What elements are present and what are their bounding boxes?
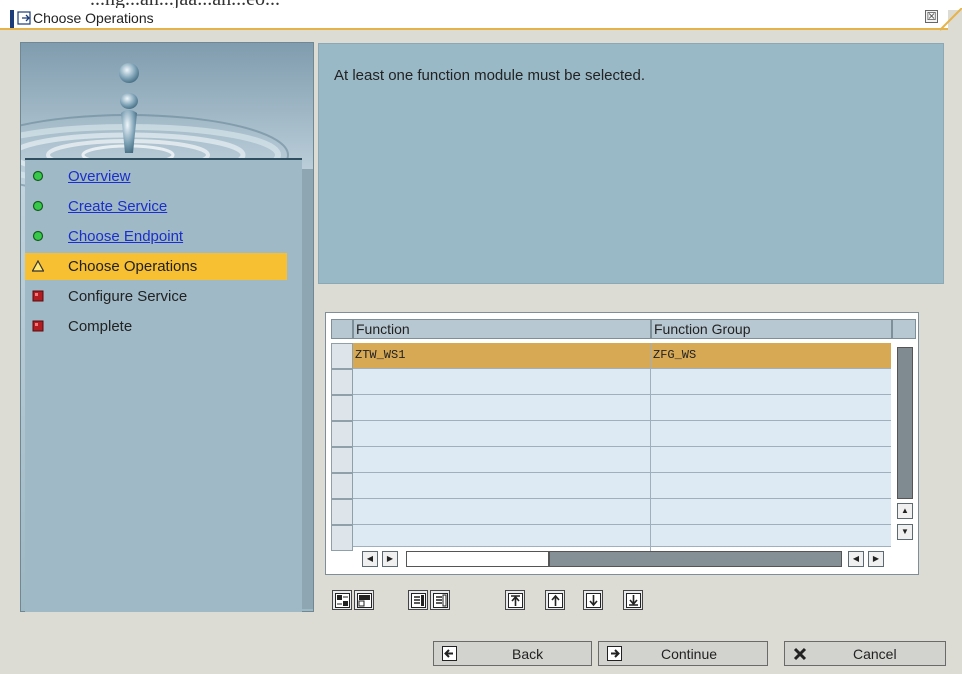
nav-step-label[interactable]: Create Service [68, 198, 167, 215]
back-button[interactable]: Back [433, 641, 592, 666]
row-selector[interactable] [331, 525, 353, 551]
column-divider [650, 395, 651, 421]
deselect-block-icon [433, 593, 448, 608]
title-accent-bar [10, 10, 14, 28]
cancel-button-label: Cancel [853, 646, 897, 662]
vertical-scrollbar[interactable]: ▲ ▼ [896, 345, 914, 549]
wizard-step-nav: Overview Create Service Choose Endpoint … [25, 158, 302, 612]
message-text: At least one function module must be sel… [334, 67, 646, 84]
nav-step-label[interactable]: Choose Endpoint [68, 228, 183, 245]
cancel-icon [793, 647, 807, 661]
column-divider [650, 499, 651, 525]
select-all-button[interactable] [332, 590, 352, 610]
message-panel: At least one function module must be sel… [318, 43, 944, 284]
green-dot-icon [32, 230, 44, 242]
table-row[interactable] [353, 473, 891, 499]
move-down-icon [586, 593, 601, 608]
column-divider [650, 473, 651, 499]
select-all-icon [335, 593, 350, 608]
nav-step-label: Choose Operations [68, 258, 198, 275]
column-header-function-group[interactable]: Function Group [651, 319, 892, 339]
green-dot-icon [32, 200, 44, 212]
continue-button[interactable]: Continue [598, 641, 768, 666]
nav-step-label[interactable]: Overview [68, 168, 131, 185]
move-down-button[interactable] [583, 590, 603, 610]
scroll-left-button[interactable]: ◀ [362, 551, 378, 567]
scroll-right-button[interactable]: ▶ [868, 551, 884, 567]
horizontal-scroll-thumb[interactable] [406, 551, 549, 567]
select-block-button[interactable] [408, 590, 428, 610]
scroll-left-button[interactable]: ◀ [848, 551, 864, 567]
deselect-all-button[interactable] [354, 590, 374, 610]
scroll-down-button[interactable]: ▼ [897, 524, 913, 540]
move-up-button[interactable] [545, 590, 565, 610]
row-selector[interactable] [331, 395, 353, 421]
nav-step-choose-operations[interactable]: Choose Operations [25, 253, 287, 280]
red-square-icon [32, 320, 44, 332]
select-all-column-header[interactable] [331, 319, 353, 339]
row-selector[interactable] [331, 421, 353, 447]
function-table: Function Function Group ZTW_WS1 ZFG_WS ▲… [325, 312, 919, 575]
move-top-icon [508, 593, 523, 608]
back-button-label: Back [512, 646, 544, 662]
move-bottom-icon [626, 593, 641, 608]
nav-step-choose-endpoint[interactable]: Choose Endpoint [25, 223, 287, 250]
dialog-title: Choose Operations [33, 10, 154, 26]
row-selector[interactable] [331, 447, 353, 473]
back-icon [442, 646, 457, 661]
green-dot-icon [32, 170, 44, 182]
table-row[interactable] [353, 421, 891, 447]
cell-function: ZTW_WS1 [355, 348, 406, 362]
table-row[interactable] [353, 369, 891, 395]
horizontal-scrollbar[interactable]: ◀ ▶ ◀ ▶ [362, 551, 892, 567]
cell-function-group: ZFG_WS [653, 348, 697, 362]
deselect-all-icon [357, 593, 372, 608]
column-header-function[interactable]: Function [353, 319, 651, 339]
vertical-scroll-thumb[interactable] [897, 347, 913, 499]
continue-button-label: Continue [661, 646, 718, 662]
table-row[interactable] [353, 525, 891, 551]
nav-step-label: Configure Service [68, 288, 188, 305]
dialog-title-bar: Choose Operations ☒ [0, 8, 948, 30]
column-divider [650, 447, 651, 473]
row-selector[interactable] [331, 473, 353, 499]
dialog-icon [17, 11, 31, 25]
row-selector[interactable] [331, 499, 353, 525]
move-top-button[interactable] [505, 590, 525, 610]
nav-step-overview[interactable]: Overview [25, 163, 287, 190]
table-row[interactable]: ZTW_WS1 ZFG_WS [353, 343, 891, 369]
column-divider [650, 369, 651, 395]
deselect-block-button[interactable] [430, 590, 450, 610]
nav-step-create-service[interactable]: Create Service [25, 193, 287, 220]
row-selector[interactable] [331, 343, 353, 369]
table-row[interactable] [353, 499, 891, 525]
red-square-icon [32, 290, 44, 302]
close-button[interactable]: ☒ [925, 10, 938, 23]
warning-triangle-icon [32, 260, 44, 272]
move-bottom-button[interactable] [623, 590, 643, 610]
table-row[interactable] [353, 447, 891, 473]
column-divider [650, 525, 651, 551]
move-up-icon [548, 593, 563, 608]
cancel-button[interactable]: Cancel [784, 641, 946, 666]
column-divider [650, 421, 651, 447]
title-corner-decoration [940, 8, 962, 31]
nav-step-complete[interactable]: Complete [25, 313, 287, 340]
scroll-up-button[interactable]: ▲ [897, 503, 913, 519]
nav-step-configure-service[interactable]: Configure Service [25, 283, 287, 310]
table-row[interactable] [353, 395, 891, 421]
select-block-icon [411, 593, 426, 608]
scroll-right-button[interactable]: ▶ [382, 551, 398, 567]
horizontal-scroll-track[interactable] [549, 551, 842, 567]
continue-icon [607, 646, 622, 661]
nav-step-label: Complete [68, 318, 133, 335]
row-selector[interactable] [331, 369, 353, 395]
column-settings-header[interactable] [892, 319, 916, 339]
column-divider [650, 343, 651, 369]
